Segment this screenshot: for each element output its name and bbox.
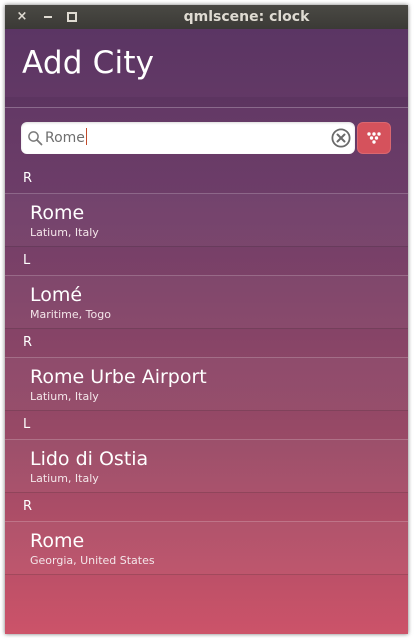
city-list-item[interactable]: Rome Georgia, United States	[5, 522, 408, 575]
location-dots-icon	[367, 132, 381, 144]
clear-search-icon[interactable]	[330, 127, 352, 149]
search-input[interactable]: Rome	[45, 122, 325, 154]
section-header: R	[5, 329, 408, 358]
section-letter: R	[23, 171, 33, 186]
search-icon	[28, 131, 43, 146]
header-divider	[5, 107, 408, 108]
city-list-item[interactable]: Lomé Maritime, Togo	[5, 276, 408, 329]
section-letter: L	[23, 417, 31, 432]
city-region: Latium, Italy	[30, 390, 99, 403]
search-field[interactable]: Rome	[21, 122, 355, 154]
title-bar[interactable]: × qmlscene: clock	[5, 5, 408, 29]
city-list-item[interactable]: Lido di Ostia Latium, Italy	[5, 440, 408, 493]
city-name: Rome	[30, 530, 85, 552]
section-letter: R	[23, 335, 33, 350]
city-region: Georgia, United States	[30, 554, 155, 567]
section-header: L	[5, 247, 408, 276]
header-shadow	[5, 97, 408, 107]
search-input-value: Rome	[45, 130, 85, 146]
city-name: Lomé	[30, 284, 83, 306]
city-region: Maritime, Togo	[30, 308, 111, 321]
city-name: Rome Urbe Airport	[30, 366, 207, 388]
city-name: Lido di Ostia	[30, 448, 149, 470]
section-letter: L	[23, 253, 31, 268]
window-title: qmlscene: clock	[183, 9, 310, 25]
location-search-button[interactable]	[357, 122, 391, 154]
city-name: Rome	[30, 202, 85, 224]
section-letter: R	[23, 499, 33, 514]
city-region: Latium, Italy	[30, 472, 99, 485]
city-list-item[interactable]: Rome Urbe Airport Latium, Italy	[5, 358, 408, 411]
section-header: L	[5, 411, 408, 440]
app-window: × qmlscene: clock Add City Rome R Rome L…	[5, 5, 408, 634]
section-header: R	[5, 165, 408, 194]
page-title: Add City	[22, 45, 155, 81]
text-caret	[85, 128, 87, 145]
city-list-item[interactable]: Rome Latium, Italy	[5, 194, 408, 247]
page-header: Add City	[5, 29, 408, 97]
section-header: R	[5, 493, 408, 522]
city-region: Latium, Italy	[30, 226, 99, 239]
results-list[interactable]: R Rome Latium, Italy L Lomé Maritime, To…	[5, 165, 408, 575]
